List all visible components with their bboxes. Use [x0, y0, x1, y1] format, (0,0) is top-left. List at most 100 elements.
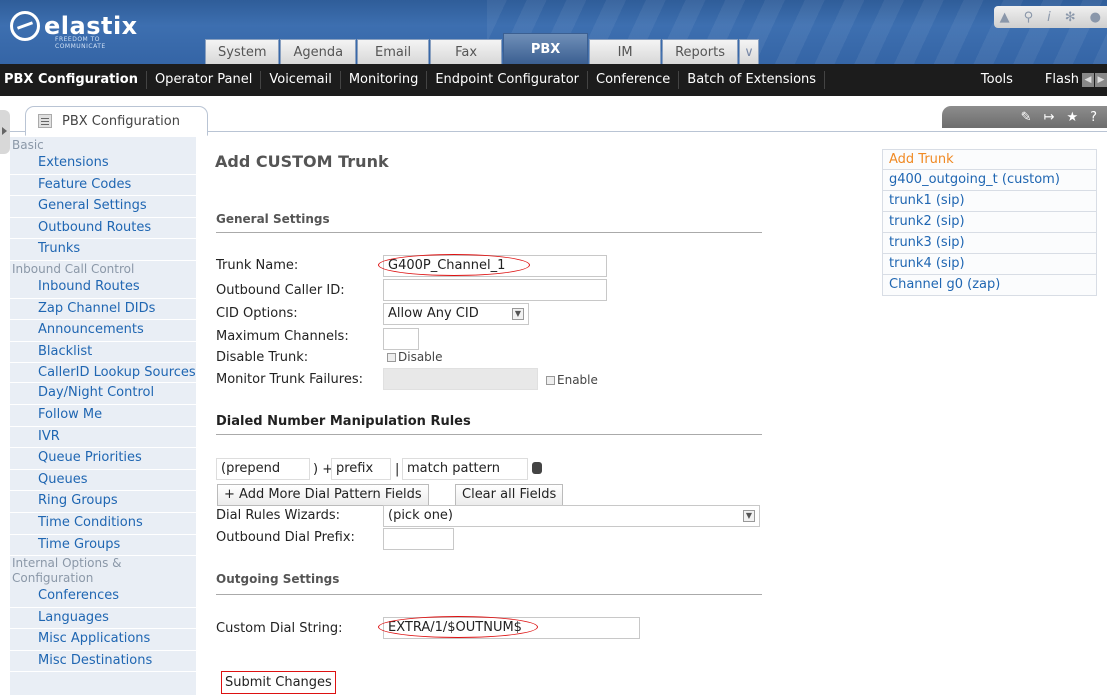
trunk-list-item[interactable]: Channel g0 (zap) — [882, 275, 1097, 296]
tab-email[interactable]: Email — [357, 39, 430, 64]
puzzle-icon[interactable]: ✻ — [1065, 10, 1076, 25]
sidebar-item-conferences[interactable]: Conferences — [10, 586, 196, 608]
trunk-list-item[interactable]: trunk1 (sip) — [882, 191, 1097, 212]
trunk-list-item[interactable]: g400_outgoing_t (custom) — [882, 170, 1097, 191]
add-trunk-link[interactable]: Add Trunk — [882, 149, 1097, 170]
nav-conference[interactable]: Conference — [588, 71, 680, 89]
trunk-name-label: Trunk Name: — [216, 258, 299, 273]
nav-scroll-left-icon[interactable]: ◀ — [1082, 73, 1094, 87]
section-outgoing-settings: Outgoing Settings — [216, 572, 340, 586]
tab-reports[interactable]: Reports — [662, 39, 738, 64]
disable-trunk-checkbox[interactable]: Disable — [387, 350, 443, 364]
sidebar-item-feature-codes[interactable]: Feature Codes — [10, 175, 196, 197]
sidebar-header-basic: Basic — [12, 138, 44, 152]
outbound-dial-prefix-input[interactable] — [383, 528, 454, 550]
nav-flash[interactable]: Flash — [1037, 71, 1079, 89]
elastix-logo[interactable]: elastix FREEDOM TO COMMUNICATE — [10, 6, 138, 50]
tab-agenda[interactable]: Agenda — [280, 39, 357, 64]
arrow-icon[interactable]: ↦ — [1044, 110, 1055, 125]
disable-checkbox-label: Disable — [398, 350, 443, 364]
delete-row-icon[interactable] — [532, 462, 542, 474]
tab-fax[interactable]: Fax — [430, 39, 503, 64]
divider — [216, 594, 762, 595]
trunk-list-item[interactable]: trunk3 (sip) — [882, 233, 1097, 254]
nav-operator-panel[interactable]: Operator Panel — [147, 71, 262, 89]
checkbox-icon — [387, 352, 396, 362]
brand-name: elastix — [44, 12, 138, 40]
cid-options-value: Allow Any CID — [388, 306, 479, 321]
info-icon[interactable]: i — [1047, 10, 1051, 25]
more-tabs-chevron-icon[interactable]: ∨ — [738, 39, 759, 64]
pattern-separator: | — [395, 462, 400, 477]
sidebar-item-ivr[interactable]: IVR — [10, 427, 196, 449]
sidebar-item-day-night[interactable]: Day/Night Control — [10, 383, 196, 405]
trunk-list-item[interactable]: trunk4 (sip) — [882, 254, 1097, 275]
highlight-oval — [378, 616, 538, 638]
enable-checkbox-label: Enable — [557, 373, 598, 387]
user-icon[interactable]: ● — [1090, 10, 1101, 25]
nav-voicemail[interactable]: Voicemail — [261, 71, 341, 89]
disable-trunk-label: Disable Trunk: — [216, 350, 309, 365]
help-icon[interactable]: ? — [1090, 110, 1097, 125]
main-tabs: System Agenda Email Fax PBX IM Reports ∨ — [205, 33, 760, 64]
sidebar-item-misc-destinations[interactable]: Misc Destinations — [10, 651, 196, 673]
sidebar-header-inbound: Inbound Call Control — [12, 261, 135, 276]
match-pattern-input[interactable]: match pattern — [402, 458, 528, 480]
sidebar-item-misc-applications[interactable]: Misc Applications — [10, 629, 196, 651]
add-dial-pattern-button[interactable]: + Add More Dial Pattern Fields — [217, 484, 429, 506]
nav-tools[interactable]: Tools — [973, 71, 1037, 89]
sidebar-item-time-conditions[interactable]: Time Conditions — [10, 513, 196, 535]
sidebar-item-trunks[interactable]: Trunks — [10, 239, 196, 261]
clear-all-fields-button[interactable]: Clear all Fields — [455, 484, 564, 506]
sidebar-item-time-groups[interactable]: Time Groups — [10, 535, 196, 557]
sidebar-item-callerid-lookup[interactable]: CallerID Lookup Sources — [10, 363, 196, 384]
sidebar-item-queue-priorities[interactable]: Queue Priorities — [10, 448, 196, 470]
sidebar-item-inbound-routes[interactable]: Inbound Routes — [10, 277, 196, 299]
sidebar-item-blacklist[interactable]: Blacklist — [10, 342, 196, 364]
nav-monitoring[interactable]: Monitoring — [341, 71, 428, 89]
submit-changes-button[interactable]: Submit Changes — [221, 671, 336, 694]
prefix-input[interactable]: prefix — [331, 458, 391, 480]
elastix-logo-icon — [10, 11, 40, 41]
cid-options-label: CID Options: — [216, 306, 298, 321]
nav-batch-of-extensions[interactable]: Batch of Extensions — [679, 71, 826, 89]
sidebar-item-zap-channel-dids[interactable]: Zap Channel DIDs — [10, 299, 196, 321]
prepend-input[interactable]: (prepend — [216, 458, 310, 480]
nav-endpoint-configurator[interactable]: Endpoint Configurator — [427, 71, 588, 89]
nav-scroll-arrows: ◀ ▶ — [1081, 73, 1107, 87]
tab-im[interactable]: IM — [589, 39, 662, 64]
sidebar-toggle-handle[interactable] — [0, 110, 10, 154]
sidebar-item-general-settings[interactable]: General Settings — [10, 196, 196, 218]
sidebar-item-announcements[interactable]: Announcements — [10, 320, 196, 342]
sidebar-item-outbound-routes[interactable]: Outbound Routes — [10, 218, 196, 240]
sidebar-item-follow-me[interactable]: Follow Me — [10, 405, 196, 427]
tab-system[interactable]: System — [205, 39, 280, 64]
tab-pbx[interactable]: PBX — [503, 33, 589, 64]
dial-rules-wizards-select[interactable]: (pick one) ▼ — [383, 505, 760, 527]
maximum-channels-input[interactable] — [383, 328, 419, 350]
cid-options-select[interactable]: Allow Any CID ▼ — [383, 303, 529, 325]
trunk-list-item[interactable]: trunk2 (sip) — [882, 212, 1097, 233]
star-icon[interactable]: ★ — [1066, 110, 1078, 125]
section-dial-rules: Dialed Number Manipulation Rules — [216, 414, 471, 429]
edit-icon[interactable]: ✎ — [1021, 110, 1032, 125]
maximum-channels-label: Maximum Channels: — [216, 329, 349, 344]
dial-rules-wizards-value: (pick one) — [388, 508, 454, 523]
sidebar-item-languages[interactable]: Languages — [10, 608, 196, 630]
outbound-dial-prefix-label: Outbound Dial Prefix: — [216, 530, 355, 545]
checkbox-icon — [546, 375, 555, 385]
sidebar: Basic Extensions Feature Codes General S… — [10, 137, 196, 695]
drop-icon[interactable]: ▲ — [1000, 10, 1010, 25]
sidebar-item-ring-groups[interactable]: Ring Groups — [10, 491, 196, 513]
monitor-trunk-failures-input[interactable] — [383, 368, 538, 390]
outbound-caller-id-label: Outbound Caller ID: — [216, 283, 345, 298]
monitor-enable-checkbox[interactable]: Enable — [546, 373, 598, 387]
outbound-caller-id-input[interactable] — [383, 279, 607, 301]
search-icon[interactable]: ⚲ — [1024, 10, 1034, 25]
chevron-down-icon: ▼ — [512, 308, 524, 320]
nav-pbx-configuration[interactable]: PBX Configuration — [0, 71, 147, 89]
sidebar-item-extensions[interactable]: Extensions — [10, 153, 196, 175]
section-general-settings: General Settings — [216, 212, 330, 226]
sidebar-item-queues[interactable]: Queues — [10, 470, 196, 492]
nav-scroll-right-icon[interactable]: ▶ — [1095, 73, 1107, 87]
